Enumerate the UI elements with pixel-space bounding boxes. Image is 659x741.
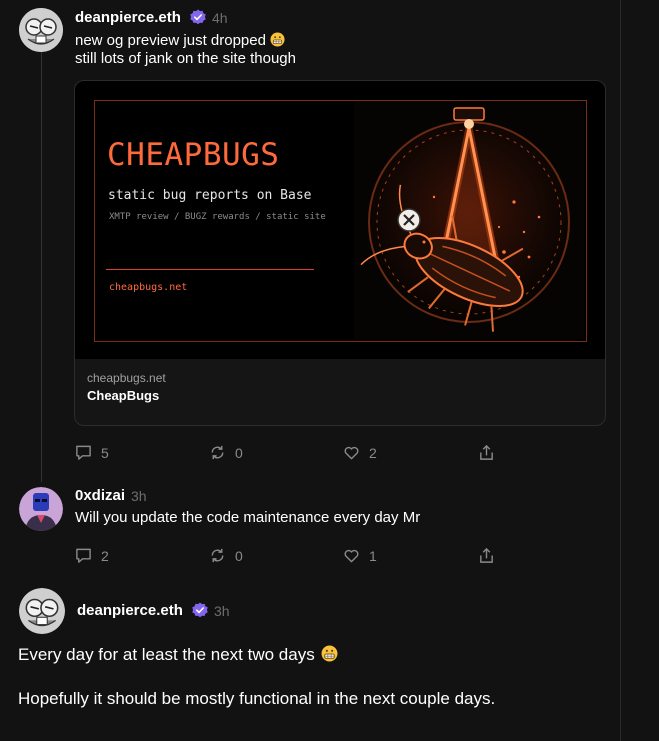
- post-paragraph-1: Every day for at least the next two days: [18, 645, 338, 665]
- reply-button[interactable]: 2: [75, 547, 109, 564]
- share-icon: [480, 444, 493, 460]
- avatar[interactable]: [19, 487, 63, 531]
- avatar[interactable]: [19, 8, 63, 52]
- post-text-line-2: still lots of jank on the site though: [75, 50, 296, 67]
- og-tagline: XMTP review / BUGZ rewards / static site: [109, 212, 326, 222]
- like-button[interactable]: 2: [343, 444, 377, 461]
- recast-button[interactable]: 0: [209, 547, 243, 564]
- timestamp: 3h: [214, 603, 230, 619]
- username[interactable]: deanpierce.eth: [77, 602, 183, 619]
- recast-count: 0: [235, 444, 243, 461]
- grimacing-face-icon: [321, 645, 338, 662]
- grimacing-face-icon: [270, 32, 285, 47]
- share-icon: [480, 547, 493, 563]
- username[interactable]: 0xdizai: [75, 487, 125, 504]
- like-count: 1: [369, 547, 377, 564]
- timestamp: 4h: [212, 10, 228, 26]
- share-button[interactable]: [478, 444, 495, 461]
- reply-count: 5: [101, 444, 109, 461]
- timestamp: 3h: [131, 488, 147, 504]
- cockroach-illustration-icon: [354, 102, 584, 339]
- og-divider: [106, 269, 314, 270]
- card-domain: cheapbugs.net: [87, 371, 166, 385]
- share-button[interactable]: [478, 547, 495, 564]
- og-subtitle: static bug reports on Base: [108, 188, 312, 203]
- comment-icon: [76, 548, 91, 563]
- like-button[interactable]: 1: [343, 547, 377, 564]
- avatar[interactable]: [19, 588, 65, 634]
- recast-icon: [211, 445, 224, 460]
- recast-button[interactable]: 0: [209, 444, 243, 461]
- verified-badge-icon: [190, 9, 206, 25]
- reply-count: 2: [101, 547, 109, 564]
- verified-badge-icon: [192, 602, 208, 618]
- recast-count: 0: [235, 547, 243, 564]
- like-count: 2: [369, 444, 377, 461]
- thread-connector: [41, 50, 42, 482]
- comment-icon: [76, 445, 91, 460]
- og-image: CHEAPBUGS static bug reports on Base XMT…: [75, 81, 605, 359]
- og-url: cheapbugs.net: [109, 282, 188, 293]
- heart-icon: [344, 446, 359, 460]
- reply-button[interactable]: 5: [75, 444, 109, 461]
- post-paragraph-2: Hopefully it should be mostly functional…: [18, 689, 496, 708]
- post-text: Will you update the code maintenance eve…: [75, 509, 421, 526]
- heart-icon: [344, 549, 359, 563]
- username[interactable]: deanpierce.eth: [75, 9, 181, 26]
- recast-icon: [211, 548, 224, 563]
- link-preview-card[interactable]: CHEAPBUGS static bug reports on Base XMT…: [74, 80, 606, 426]
- feed-right-border: [620, 0, 621, 741]
- og-title: CHEAPBUGS: [107, 137, 280, 173]
- post-text-line-1: new og preview just dropped: [75, 32, 285, 50]
- card-title: CheapBugs: [87, 388, 160, 403]
